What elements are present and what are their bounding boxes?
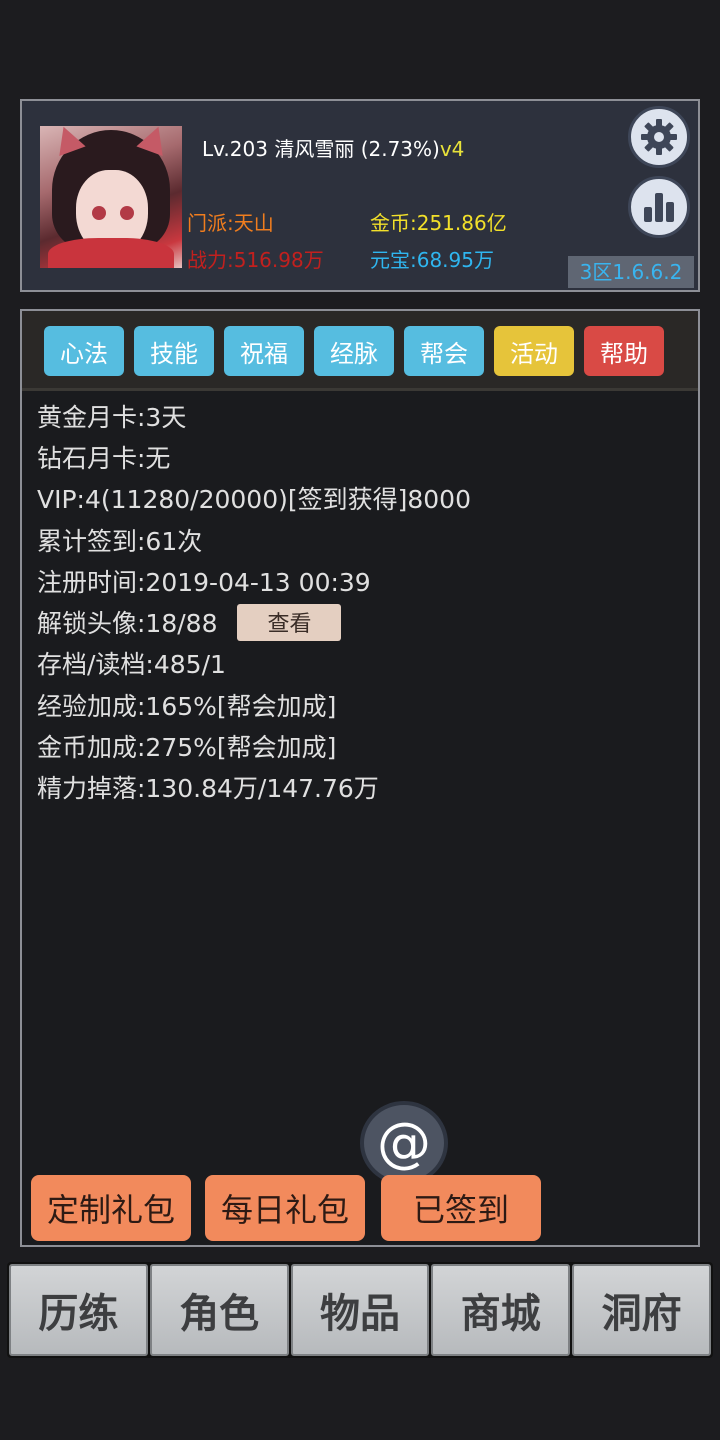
- energy-drop-row: 精力掉落:130.84万/147.76万: [37, 774, 379, 804]
- avatars-unlocked-text: 解锁头像:18/88: [37, 609, 218, 639]
- bar-chart-icon: [644, 193, 674, 222]
- tab-guild[interactable]: 帮会: [404, 326, 484, 376]
- gold-bonus-row: 金币加成:275%[帮会加成]: [37, 733, 337, 763]
- player-header: Lv.203 清风雪丽 (2.73%)v4 门派:天山 金币:251.86亿 战…: [20, 99, 700, 292]
- nav-character[interactable]: 角色: [149, 1264, 289, 1356]
- player-avatar[interactable]: [40, 126, 182, 268]
- daily-gift-button[interactable]: 每日礼包: [205, 1175, 365, 1241]
- tab-blessing[interactable]: 祝福: [224, 326, 304, 376]
- custom-gift-button[interactable]: 定制礼包: [31, 1175, 191, 1241]
- tab-events[interactable]: 活动: [494, 326, 574, 376]
- tab-help[interactable]: 帮助: [584, 326, 664, 376]
- faction-stat: 门派:天山: [187, 211, 274, 235]
- at-mention-button[interactable]: @: [360, 1101, 448, 1185]
- nav-cave[interactable]: 洞府: [572, 1264, 711, 1356]
- gold-stat: 金币:251.86亿: [370, 211, 507, 235]
- vip-row: VIP:4(11280/20000)[签到获得]8000: [37, 485, 471, 515]
- level-progress: (2.73%): [360, 137, 440, 161]
- main-panel: 心法 技能 祝福 经脉 帮会 活动 帮助 黄金月卡:3天 钻石月卡:无 VIP:…: [20, 309, 700, 1247]
- avatar-robe: [48, 238, 174, 268]
- gold-card-row: 黄金月卡:3天: [37, 402, 187, 432]
- tab-xinfa[interactable]: 心法: [44, 326, 124, 376]
- diamond-card-row: 钻石月卡:无: [37, 443, 171, 473]
- vip-tag: v4: [439, 137, 465, 161]
- power-stat: 战力:516.98万: [187, 248, 324, 272]
- save-load-row: 存档/读档:485/1: [37, 650, 226, 680]
- stats-button[interactable]: [628, 176, 690, 238]
- nav-items[interactable]: 物品: [290, 1264, 430, 1356]
- view-avatars-button[interactable]: 查看: [237, 603, 342, 641]
- avatar-eye: [120, 206, 134, 220]
- bottom-nav: 历练 角色 物品 商城 洞府: [7, 1262, 713, 1358]
- settings-button[interactable]: [628, 106, 690, 168]
- exp-bonus-row: 经验加成:165%[帮会加成]: [37, 691, 337, 721]
- ingot-stat: 元宝:68.95万: [370, 248, 494, 272]
- nav-shop[interactable]: 商城: [431, 1264, 571, 1356]
- player-name: 清风雪丽: [274, 137, 355, 161]
- player-title: Lv.203 清风雪丽 (2.73%)v4: [202, 133, 464, 162]
- nav-training[interactable]: 历练: [9, 1264, 148, 1356]
- tab-meridian[interactable]: 经脉: [314, 326, 394, 376]
- player-level: Lv.203: [202, 137, 268, 161]
- player-info-list: 黄金月卡:3天 钻石月卡:无 VIP:4(11280/20000)[签到获得]8…: [37, 395, 471, 808]
- gear-icon: [641, 119, 677, 155]
- tab-skills[interactable]: 技能: [134, 326, 214, 376]
- signin-total-row: 累计签到:61次: [37, 526, 203, 556]
- avatars-unlocked-row: 解锁头像:18/88 查看: [37, 601, 471, 642]
- register-time-row: 注册时间:2019-04-13 00:39: [37, 567, 371, 597]
- server-version-badge: 3区1.6.6.2: [568, 256, 694, 288]
- tab-bar: 心法 技能 祝福 经脉 帮会 活动 帮助: [22, 311, 698, 391]
- signed-in-button[interactable]: 已签到: [381, 1175, 541, 1241]
- avatar-eye: [92, 206, 106, 220]
